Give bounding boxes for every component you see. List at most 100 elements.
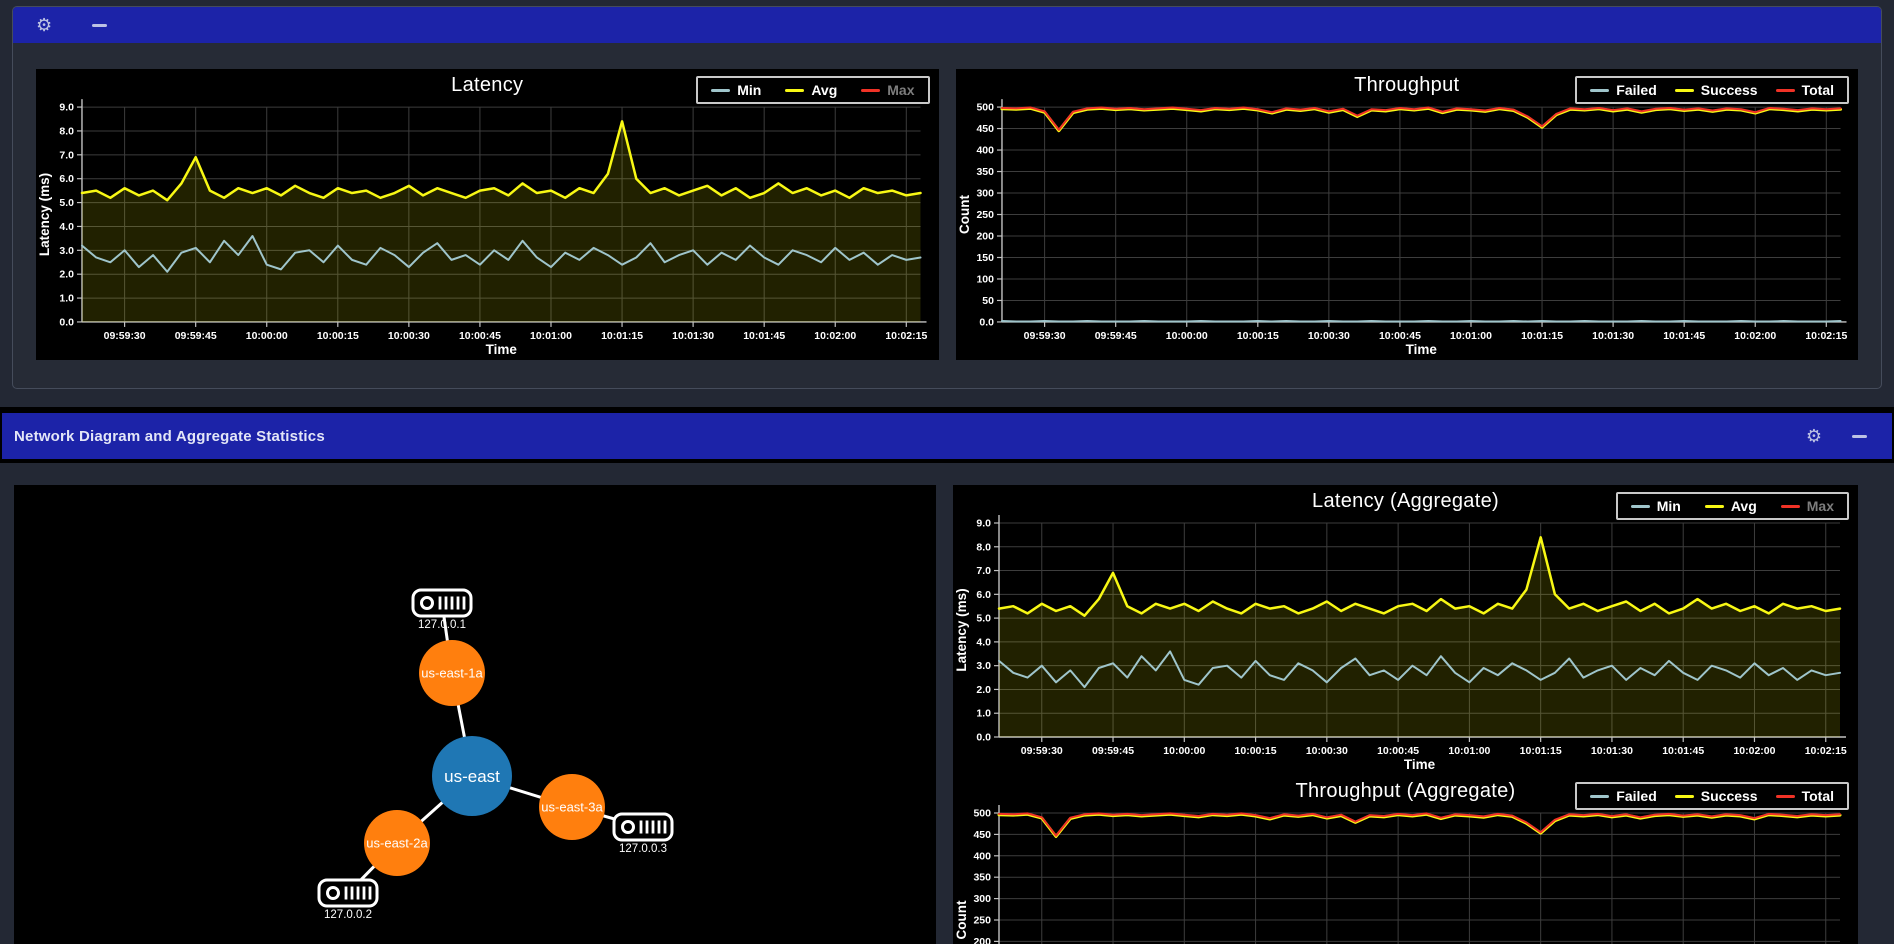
node-us-east-2a[interactable]: us-east-2a — [364, 810, 430, 876]
svg-text:400: 400 — [976, 146, 994, 157]
minimize-icon[interactable] — [1852, 435, 1867, 438]
latency-aggregate-plot-area[interactable]: 0.01.02.03.04.05.06.07.08.09.009:59:3009… — [953, 511, 1858, 775]
svg-text:6.0: 6.0 — [976, 589, 991, 601]
svg-text:127.0.0.2: 127.0.0.2 — [324, 909, 372, 921]
svg-text:150: 150 — [976, 253, 994, 264]
legend-item-success[interactable]: Success — [1675, 82, 1758, 98]
svg-text:50: 50 — [982, 296, 994, 307]
chart-legend: Failed Success Total — [1575, 76, 1849, 104]
svg-text:300: 300 — [973, 893, 991, 905]
svg-text:10:00:45: 10:00:45 — [1377, 745, 1419, 757]
minimize-icon[interactable] — [92, 24, 107, 27]
legend-item-failed[interactable]: Failed — [1590, 82, 1656, 98]
panel-header-icons: ⚙ — [1806, 427, 1867, 445]
svg-text:10:00:00: 10:00:00 — [246, 331, 288, 342]
legend-marker — [1705, 505, 1724, 508]
legend-marker — [861, 89, 880, 92]
node-us-east[interactable]: us-east — [432, 736, 512, 816]
dashboard: ⚙ Latency Min Avg Max — [0, 6, 1894, 944]
chart-legend: Min Avg Max — [1616, 492, 1849, 520]
legend-label: Avg — [1731, 498, 1757, 514]
svg-text:10:00:30: 10:00:30 — [1306, 745, 1348, 757]
svg-text:10:01:30: 10:01:30 — [1592, 331, 1634, 342]
svg-text:200: 200 — [976, 231, 994, 242]
legend-label: Max — [1807, 498, 1834, 514]
svg-text:10:02:00: 10:02:00 — [1734, 331, 1776, 342]
svg-text:10:00:00: 10:00:00 — [1163, 745, 1205, 757]
svg-text:8.0: 8.0 — [976, 541, 991, 553]
node-us-east-3a[interactable]: us-east-3a — [539, 774, 605, 840]
svg-text:350: 350 — [973, 872, 991, 884]
svg-text:250: 250 — [976, 210, 994, 221]
svg-text:127.0.0.3: 127.0.0.3 — [619, 843, 667, 855]
throughput-chart: Throughput Failed Success Total 0 — [956, 69, 1859, 360]
network-diagram: us-east us-east-1a us-east-2a us-east-3a 127… — [14, 485, 936, 944]
legend-item-total[interactable]: Total — [1776, 82, 1834, 98]
svg-text:09:59:30: 09:59:30 — [1023, 331, 1065, 342]
svg-text:10:01:15: 10:01:15 — [601, 331, 643, 342]
svg-text:10:00:45: 10:00:45 — [459, 331, 501, 342]
server-node[interactable]: 127.0.0.1 — [413, 590, 471, 631]
svg-text:09:59:30: 09:59:30 — [104, 331, 146, 342]
node-us-east-1a[interactable]: us-east-1a — [419, 640, 485, 706]
svg-text:09:59:45: 09:59:45 — [1094, 331, 1136, 342]
legend-item-max[interactable]: Max — [861, 82, 914, 98]
legend-item-total[interactable]: Total — [1776, 788, 1834, 804]
gear-icon[interactable]: ⚙ — [36, 16, 52, 34]
svg-text:10:00:00: 10:00:00 — [1165, 331, 1207, 342]
legend-marker — [1675, 795, 1694, 798]
svg-text:10:00:45: 10:00:45 — [1378, 331, 1420, 342]
legend-label: Avg — [811, 82, 837, 98]
legend-item-failed[interactable]: Failed — [1590, 788, 1656, 804]
svg-text:10:02:15: 10:02:15 — [1805, 745, 1847, 757]
legend-label: Success — [1701, 82, 1758, 98]
gear-icon[interactable]: ⚙ — [1806, 427, 1822, 445]
svg-text:1.0: 1.0 — [59, 294, 74, 305]
svg-text:7.0: 7.0 — [59, 150, 74, 161]
svg-text:6.0: 6.0 — [59, 174, 74, 185]
latency-aggregate-chart: Latency (Aggregate) Min Avg Max 0 — [953, 485, 1858, 775]
legend-marker — [1590, 89, 1609, 92]
legend-label: Total — [1802, 788, 1834, 804]
legend-item-avg[interactable]: Avg — [1705, 498, 1757, 514]
latency-plot-area[interactable]: 0.01.02.03.04.05.06.07.08.09.009:59:3009… — [36, 95, 939, 360]
legend-item-max[interactable]: Max — [1781, 498, 1834, 514]
charts-panel-header: ⚙ — [13, 7, 1881, 43]
svg-text:100: 100 — [976, 274, 994, 285]
network-diagram-canvas[interactable]: us-east us-east-1a us-east-2a us-east-3a 127… — [14, 485, 936, 944]
svg-text:10:02:00: 10:02:00 — [814, 331, 856, 342]
legend-item-avg[interactable]: Avg — [785, 82, 837, 98]
throughput-plot-area[interactable]: 0.05010015020025030035040045050009:59:30… — [956, 95, 1859, 360]
svg-text:7.0: 7.0 — [976, 565, 991, 577]
legend-label: Failed — [1616, 788, 1656, 804]
svg-text:10:00:15: 10:00:15 — [317, 331, 359, 342]
svg-text:Time: Time — [486, 342, 518, 357]
svg-text:Count: Count — [956, 195, 971, 234]
throughput-aggregate-plot-area[interactable]: 0.05010015020025030035040045050009:59:30… — [953, 801, 1858, 944]
legend-marker — [785, 89, 804, 92]
svg-text:Count: Count — [954, 900, 969, 939]
svg-text:3.0: 3.0 — [976, 660, 991, 672]
legend-item-success[interactable]: Success — [1675, 788, 1758, 804]
legend-item-min[interactable]: Min — [711, 82, 761, 98]
latency-chart: Latency Min Avg Max 0.01.02.03.04 — [36, 69, 939, 360]
svg-text:10:01:30: 10:01:30 — [672, 331, 714, 342]
server-node[interactable]: 127.0.0.3 — [614, 814, 672, 855]
svg-text:10:01:00: 10:01:00 — [1450, 331, 1492, 342]
svg-text:4.0: 4.0 — [59, 222, 74, 233]
server-node[interactable]: 127.0.0.2 — [319, 880, 377, 921]
legend-label: Total — [1802, 82, 1834, 98]
svg-text:400: 400 — [973, 850, 991, 862]
legend-item-min[interactable]: Min — [1631, 498, 1681, 514]
svg-text:us-east-1a: us-east-1a — [421, 666, 483, 681]
svg-text:10:00:15: 10:00:15 — [1236, 331, 1278, 342]
legend-marker — [711, 89, 730, 92]
svg-text:200: 200 — [973, 936, 991, 944]
svg-text:3.0: 3.0 — [59, 246, 74, 257]
legend-marker — [1776, 89, 1795, 92]
svg-text:09:59:45: 09:59:45 — [1092, 745, 1134, 757]
svg-text:10:01:00: 10:01:00 — [1448, 745, 1490, 757]
svg-text:0.0: 0.0 — [59, 317, 74, 328]
svg-text:250: 250 — [973, 915, 991, 927]
svg-text:10:01:45: 10:01:45 — [743, 331, 785, 342]
